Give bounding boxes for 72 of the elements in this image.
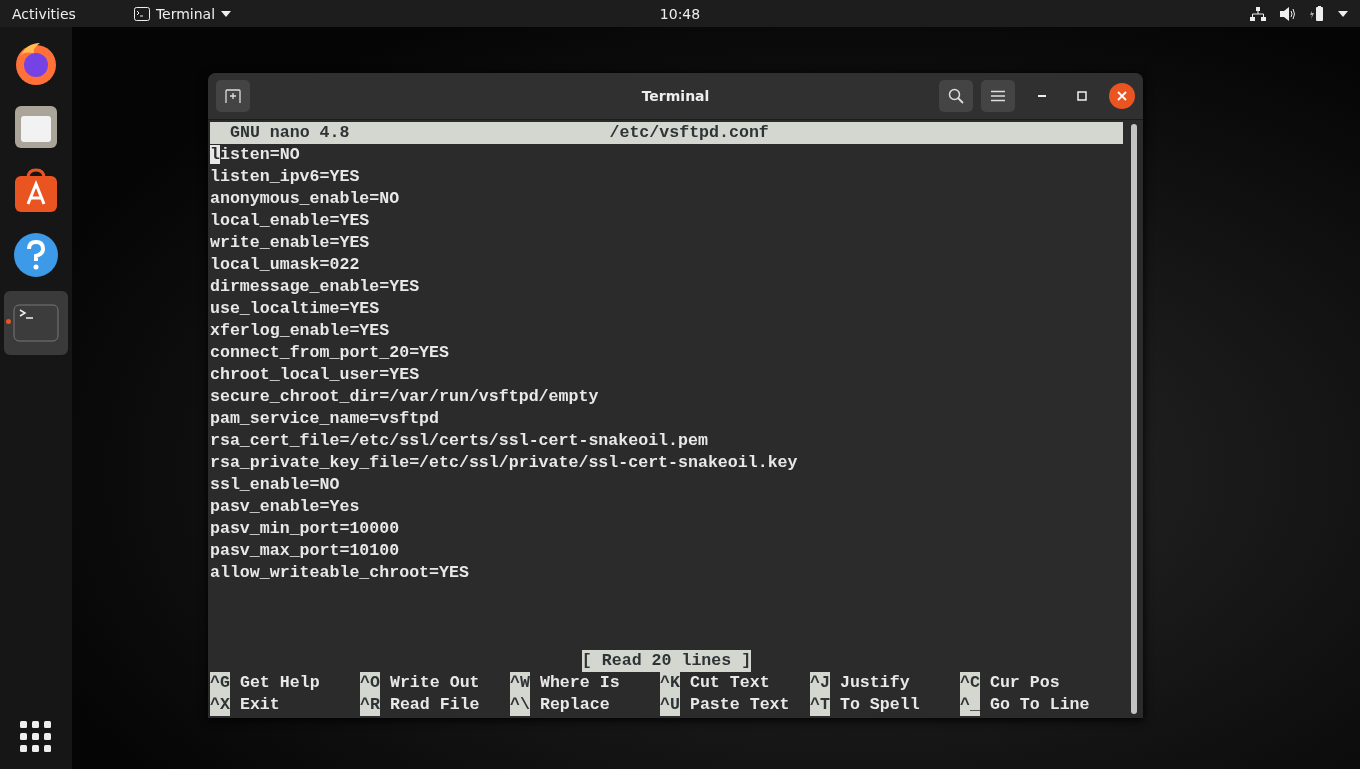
config-line: rsa_cert_file=/etc/ssl/certs/ssl-cert-snakeoil.pem [210,430,709,452]
shortcut-key: ^R [360,694,380,716]
shortcut-label: Paste Text [689,694,790,716]
menu-icon [991,90,1005,102]
shortcut-key: ^K [660,672,680,694]
config-line: connect_from_port_20=YES [210,342,450,364]
shortcut-label: Where Is [539,672,620,694]
shortcut-label: Read File [389,694,480,716]
close-button[interactable] [1109,83,1135,109]
search-icon [948,88,964,104]
help-icon [13,232,59,278]
activities-button[interactable]: Activities [12,2,76,25]
window-title: Terminal [641,88,710,104]
shortcut-label: Cur Pos [989,672,1060,694]
minimize-icon [1038,95,1046,97]
volume-icon[interactable] [1280,6,1296,21]
status-message: [ Read 20 lines ] [581,650,752,672]
config-line: secure_chroot_dir=/var/run/vsftpd/empty [210,386,600,408]
file-name: /etc/vsftpd.conf [609,122,769,144]
config-line: local_enable=YES [210,210,371,232]
config-line: pasv_enable=Yes [210,496,361,518]
shortcut-label: Exit [239,694,280,716]
config-line: ssl_enable=NO [210,474,341,496]
maximize-icon [1077,91,1087,101]
shortcut-label: Get Help [239,672,320,694]
shortcut-key: ^_ [960,694,980,716]
config-line: dirmessage_enable=YES [210,276,421,298]
config-line: pasv_max_port=10100 [210,540,401,562]
shortcut-label: Write Out [389,672,480,694]
caret-icon [221,10,232,17]
caret-icon[interactable] [1338,10,1348,17]
shortcut-key: ^U [660,694,680,716]
shortcut-label: To Spell [839,694,920,716]
menu-button[interactable] [981,80,1015,112]
shortcut-key: ^J [810,672,830,694]
close-icon [1117,91,1127,101]
app-grid-icon[interactable] [20,721,52,753]
config-line: rsa_private_key_file=/etc/ssl/private/ssl-cert-snakeoil.key [210,452,799,474]
nano-version: GNU nano 4.8 [229,122,350,144]
search-button[interactable] [939,80,973,112]
config-line: xferlog_enable=YES [210,320,391,342]
config-line: listen_ipv6=YES [210,166,361,188]
config-line: local_umask=022 [210,254,361,276]
clock[interactable]: 10:48 [659,5,701,22]
shortcut-label: Go To Line [989,694,1090,716]
config-line: chroot_local_user=YES [210,364,421,386]
shortcut-key: ^W [510,672,530,694]
shortcut-label: Justify [839,672,910,694]
app-menu[interactable]: Terminal [133,5,232,22]
shortcut-key: ^C [960,672,980,694]
shortcut-label: Cut Text [689,672,770,694]
scroll-bar[interactable] [1131,124,1137,714]
folder-icon [13,104,59,150]
shopping-bag-icon [13,168,59,214]
shortcut-key: ^G [210,672,230,694]
shortcut-key: ^T [810,694,830,716]
config-line: pasv_min_port=10000 [210,518,401,540]
network-icon[interactable] [1250,6,1266,21]
shortcut-label: Replace [539,694,610,716]
shortcut-key: ^O [360,672,380,694]
battery-icon[interactable] [1310,5,1324,22]
new-tab-icon [225,89,241,103]
config-line: pam_service_name=vsftpd [210,408,441,430]
terminal-icon [13,304,59,342]
config-line: anonymous_enable=NO [210,188,401,210]
config-line: use_localtime=YES [210,298,381,320]
shortcut-key: ^\ [510,694,530,716]
terminal-icon [133,6,150,21]
shortcut-key: ^X [210,694,230,716]
new-tab-button[interactable] [216,80,250,112]
config-line: write_enable=YES [210,232,371,254]
config-line: allow_writeable_chroot=YES [210,562,470,584]
